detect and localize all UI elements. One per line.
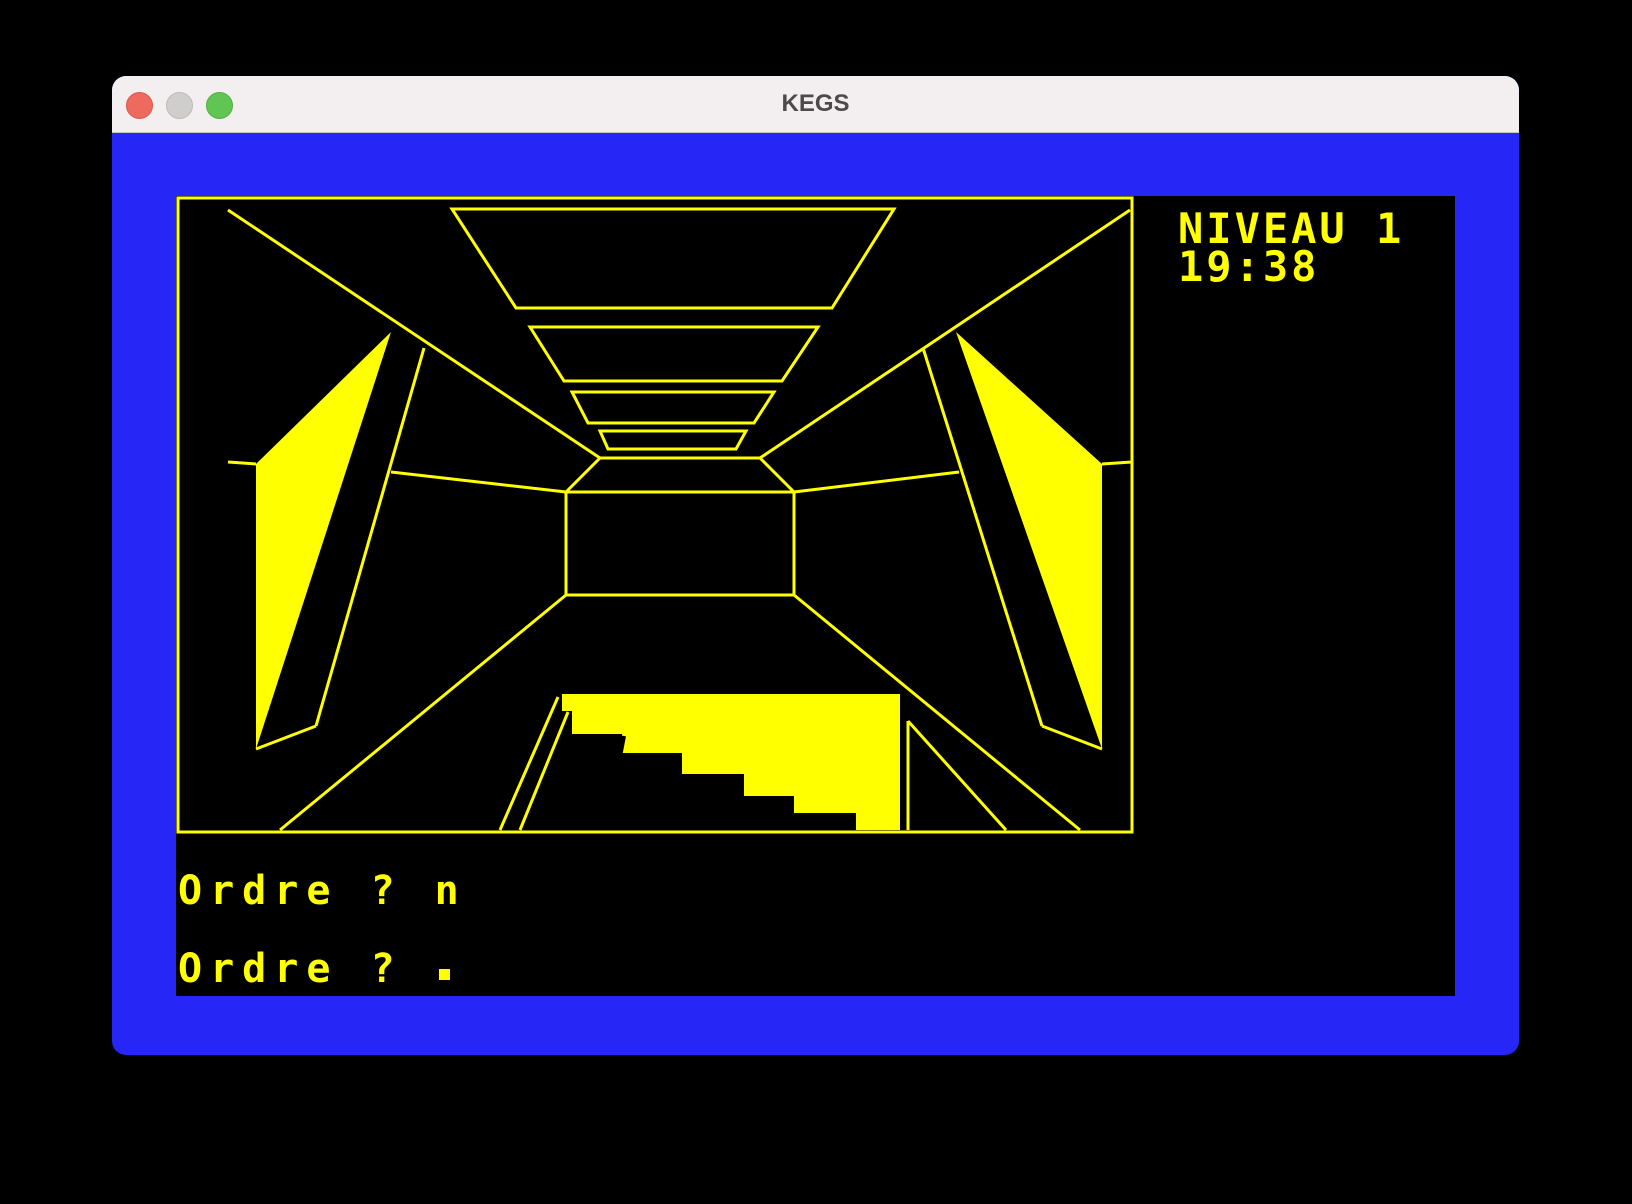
floor-triangle-hyp (906, 719, 1008, 832)
far-corner-tl (564, 456, 602, 494)
emulator-screen[interactable]: NIVEAU 1 19:38 Ordre ? n Ordre ? (176, 196, 1455, 996)
left-door-bottom (255, 724, 317, 751)
command-prompt: Ordre ? (178, 868, 403, 914)
left-wall-line (390, 470, 567, 494)
ceiling-panel-2 (527, 325, 821, 383)
floor-edge-left (279, 593, 567, 832)
right-door-top (1101, 460, 1133, 466)
ceiling-panel-4 (597, 429, 749, 451)
ceiling-edge-left (227, 208, 601, 460)
ceiling-panel-3 (569, 390, 777, 425)
command-prompt: Ordre ? (178, 946, 403, 992)
right-wall-line (793, 470, 960, 494)
emulator-window: KEGS NIVEAU 1 19:38 Ordre ? n Ordre ? (112, 76, 1519, 1055)
stair-shadow-1 (604, 735, 626, 831)
far-wall (564, 490, 796, 597)
text-cursor (438, 969, 450, 980)
game-clock: 19:38 (1178, 242, 1320, 291)
ceiling-panel-1 (449, 207, 897, 310)
stair-shadow-3 (744, 797, 758, 831)
command-entered: n (434, 868, 467, 914)
window-title: KEGS (781, 90, 850, 117)
staircase (562, 694, 900, 830)
left-door-top (227, 460, 257, 466)
title-bar[interactable]: KEGS (112, 76, 1519, 133)
command-history-line: Ordre ? n (178, 868, 467, 914)
left-door-panel (256, 332, 391, 749)
far-corner-tr (758, 456, 796, 494)
stair-shadow-2 (680, 775, 686, 831)
command-input-line[interactable]: Ordre ? (178, 946, 450, 992)
right-door-bottom (1041, 724, 1103, 751)
